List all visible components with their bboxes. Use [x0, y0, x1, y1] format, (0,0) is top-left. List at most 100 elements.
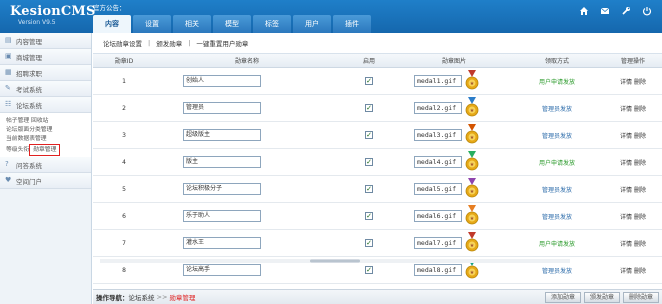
delete-link[interactable]: 删除: [634, 106, 646, 113]
medal-name-input[interactable]: 论坛积极分子: [183, 183, 261, 195]
medal-name-input[interactable]: 创始人: [183, 75, 261, 87]
edit-link[interactable]: 详情: [620, 106, 632, 113]
sidebar-item-exam[interactable]: ✎ 考试系统: [0, 81, 91, 97]
forum-submenu: 帖子管理 回收站 论坛版面分类管理 当前数据表管理 等级头衔 勋章管理: [0, 113, 91, 157]
add-medal-button[interactable]: 添加勋章: [544, 292, 581, 303]
delete-medal-button[interactable]: 删除勋章: [622, 292, 659, 303]
medal-way: 用户申请发放: [538, 240, 575, 248]
medal-image-input[interactable]: medal7.gif: [414, 237, 462, 249]
col-enabled: 启用: [362, 58, 375, 65]
sidebar-item-jobs[interactable]: ▦ 招聘求职: [0, 65, 91, 81]
link-recycle[interactable]: 回收站: [31, 118, 48, 124]
table-row: 2 管理员 ✓ medal2.gif ★ 管理员发放 详情 删除: [93, 95, 662, 122]
tab-related[interactable]: 相关: [173, 15, 211, 33]
edit-link[interactable]: 详情: [620, 268, 632, 275]
tab-tags[interactable]: 标签: [253, 15, 291, 33]
table-row: 6 乐于助人 ✓ medal6.gif ★ 管理员发放 详情 删除: [93, 203, 662, 230]
enabled-checkbox[interactable]: ✓: [365, 266, 373, 274]
breadcrumb-forum[interactable]: 论坛系统: [129, 292, 155, 302]
medal-image-input[interactable]: medal6.gif: [414, 210, 462, 222]
edit-link[interactable]: 详情: [620, 241, 632, 248]
tab-settings[interactable]: 设置: [133, 15, 171, 33]
delete-link[interactable]: 删除: [634, 187, 646, 194]
col-name: 勋章名称: [234, 58, 259, 65]
tab-plugins[interactable]: 插件: [333, 15, 371, 33]
main-content: 论坛勋章设置 | 颁发勋章 | 一键重置用户勋章 勋章ID 勋章名称 启用 勋章…: [93, 33, 662, 304]
sidebar-item-label: 论坛系统: [16, 101, 42, 110]
app-version: Version V9.5: [18, 19, 56, 26]
medal-id: 6: [122, 212, 126, 220]
table-row: 7 灌水王 ✓ medal7.gif ★ 用户申请发放 详情 删除: [93, 230, 662, 257]
sidebar-item-shop[interactable]: ▣ 商城管理: [0, 49, 91, 65]
medal-image-input[interactable]: medal8.gif: [414, 264, 462, 276]
medal-image-input[interactable]: medal4.gif: [414, 156, 462, 168]
sidebar-item-space[interactable]: ♥ 空间门户: [0, 173, 91, 189]
medal-image-input[interactable]: medal3.gif: [414, 129, 462, 141]
enabled-checkbox[interactable]: ✓: [365, 212, 373, 220]
table-header: 勋章ID 勋章名称 启用 勋章图片 领取方式 管理操作: [93, 54, 662, 68]
exam-icon: ✎: [5, 84, 11, 92]
medal-id: 1: [122, 77, 126, 85]
enabled-checkbox[interactable]: ✓: [365, 131, 373, 139]
sidebar-item-content[interactable]: ▤ 内容管理: [0, 33, 91, 49]
link-level-titles[interactable]: 等级头衔: [6, 147, 29, 153]
link-data-table[interactable]: 当前数据表管理: [6, 136, 47, 142]
medal-image-input[interactable]: medal5.gif: [414, 183, 462, 195]
link-medal-manage[interactable]: 勋章管理: [29, 144, 61, 156]
award-medal-button[interactable]: 颁发勋章: [583, 292, 620, 303]
medal-icon: ★: [465, 178, 479, 198]
tab-users[interactable]: 用户: [293, 15, 331, 33]
mail-icon[interactable]: [600, 6, 610, 16]
table-body: 1 创始人 ✓ medal1.gif ★ 用户申请发放 详情 删除 2 管理员 ✓ medal2.g…: [93, 68, 662, 284]
enabled-checkbox[interactable]: ✓: [365, 239, 373, 247]
logout-icon[interactable]: [642, 6, 652, 16]
sidebar-item-forum[interactable]: ☷ 论坛系统: [0, 97, 91, 113]
enabled-checkbox[interactable]: ✓: [365, 104, 373, 112]
medal-image-input[interactable]: medal2.gif: [414, 102, 462, 114]
home-icon[interactable]: [579, 6, 589, 16]
delete-link[interactable]: 删除: [634, 160, 646, 167]
edit-link[interactable]: 详情: [620, 214, 632, 221]
svg-text:★: ★: [470, 216, 475, 222]
col-way: 领取方式: [544, 58, 569, 65]
link-medal-settings[interactable]: 论坛勋章设置: [103, 38, 142, 48]
breadcrumb-medal: 勋章管理: [169, 294, 196, 302]
medal-name-input[interactable]: 灌水王: [183, 237, 261, 249]
delete-link[interactable]: 删除: [634, 133, 646, 140]
medal-id: 3: [122, 131, 126, 139]
link-reset-medals[interactable]: 一键重置用户勋章: [196, 38, 248, 48]
medal-name-input[interactable]: 版主: [183, 156, 261, 168]
link-posts[interactable]: 帖子管理: [6, 118, 29, 124]
edit-link[interactable]: 详情: [620, 133, 632, 140]
edit-link[interactable]: 详情: [620, 160, 632, 167]
enabled-checkbox[interactable]: ✓: [365, 158, 373, 166]
medal-name-input[interactable]: 乐于助人: [183, 210, 261, 222]
delete-link[interactable]: 删除: [634, 214, 646, 221]
heart-icon: ♥: [5, 176, 12, 184]
sidebar-item-label: 招聘求职: [16, 69, 42, 78]
link-board-category[interactable]: 论坛版面分类管理: [6, 127, 52, 133]
svg-text:★: ★: [470, 243, 475, 249]
notice-label: 官方公告：: [93, 4, 126, 12]
medal-name-input[interactable]: 超级版主: [183, 129, 261, 141]
sidebar-item-qa[interactable]: ? 问答系统: [0, 157, 91, 173]
edit-link[interactable]: 详情: [620, 187, 632, 194]
link-award-medal[interactable]: 颁发勋章: [156, 38, 182, 48]
medal-image-input[interactable]: medal1.gif: [414, 75, 462, 87]
delete-link[interactable]: 删除: [634, 79, 646, 86]
edit-link[interactable]: 详情: [620, 79, 632, 86]
enabled-checkbox[interactable]: ✓: [365, 77, 373, 85]
table-row: 3 超级版主 ✓ medal3.gif ★ 管理员发放 详情 删除: [93, 122, 662, 149]
horizontal-scrollbar[interactable]: [100, 259, 570, 263]
sidebar-item-label: 商城管理: [16, 53, 42, 62]
medal-id: 4: [122, 158, 126, 166]
delete-link[interactable]: 删除: [634, 241, 646, 248]
svg-text:★: ★: [470, 108, 475, 114]
tab-model[interactable]: 模型: [213, 15, 251, 33]
enabled-checkbox[interactable]: ✓: [365, 185, 373, 193]
wrench-icon[interactable]: [621, 6, 631, 16]
delete-link[interactable]: 删除: [634, 268, 646, 275]
medal-name-input[interactable]: 论坛高手: [183, 264, 261, 276]
medal-name-input[interactable]: 管理员: [183, 102, 261, 114]
tab-content[interactable]: 内容: [93, 15, 131, 33]
